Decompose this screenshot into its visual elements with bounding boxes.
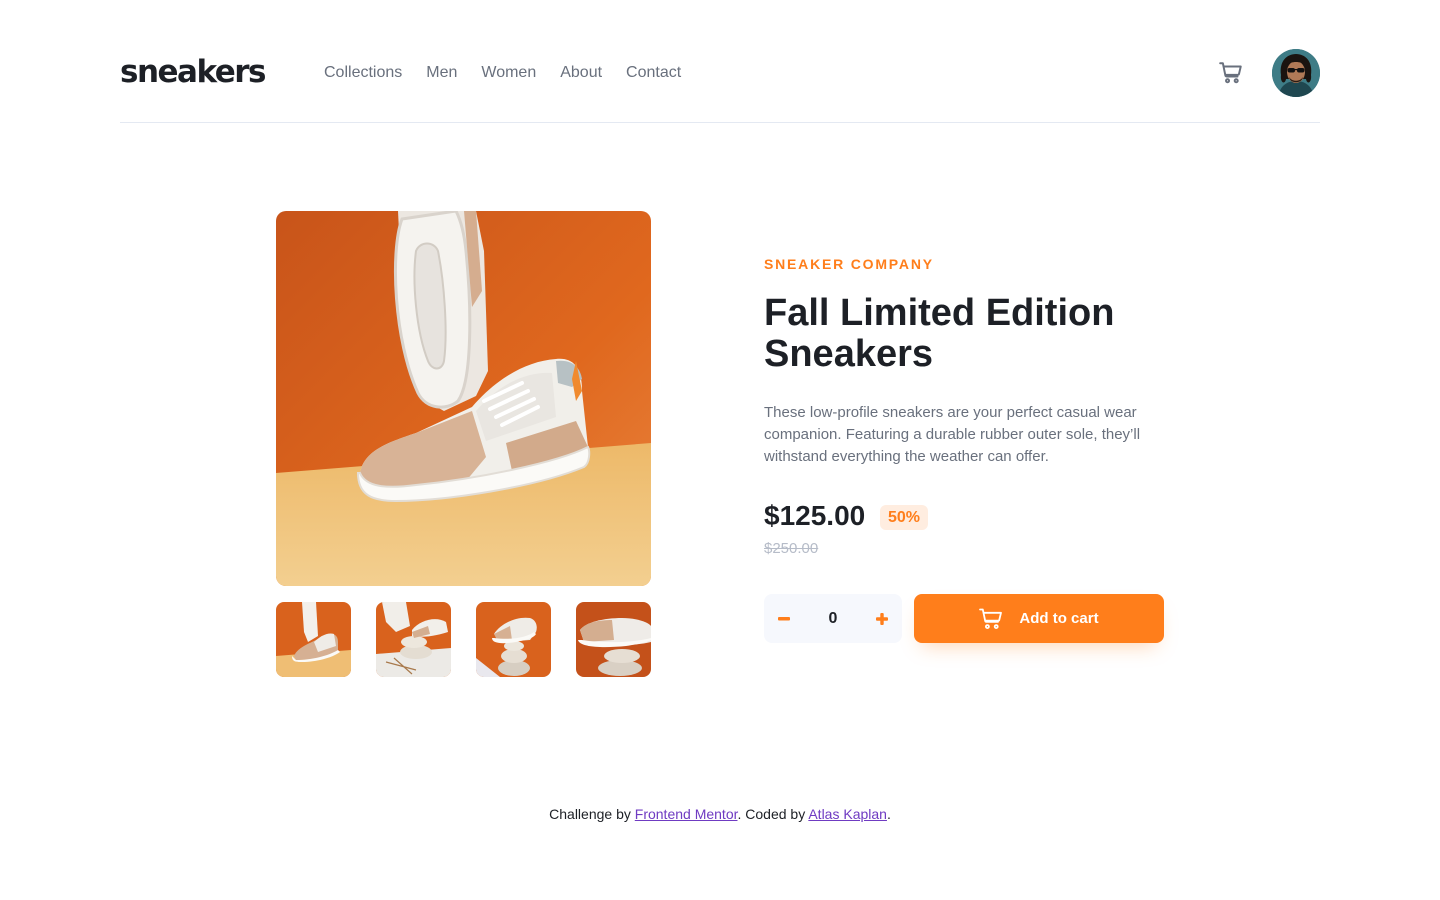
- discount-badge: 50%: [880, 505, 929, 530]
- product-title: Fall Limited Edition Sneakers: [764, 292, 1115, 375]
- company-name: SNEAKER COMPANY: [764, 256, 934, 272]
- nav-item-collections[interactable]: Collections: [324, 62, 402, 84]
- add-to-cart-button[interactable]: Add to cart: [914, 594, 1164, 643]
- thumbnail-2[interactable]: [376, 602, 451, 677]
- attribution-prefix: Challenge by: [549, 806, 631, 822]
- thumbnail-3[interactable]: [476, 602, 551, 677]
- thumbnail-1[interactable]: [276, 602, 351, 677]
- original-price: $250.00: [764, 540, 819, 557]
- nav-item-contact[interactable]: Contact: [626, 62, 681, 84]
- main-nav: Collections Men Women About Contact: [324, 62, 681, 84]
- product-description: These low-profile sneakers are your perf…: [764, 404, 1141, 465]
- quantity-increase-button[interactable]: [862, 594, 902, 643]
- site-header: sneakers Collections Men Women About Con…: [120, 0, 1320, 123]
- nav-item-men[interactable]: Men: [426, 62, 457, 84]
- nav-item-women[interactable]: Women: [481, 62, 536, 84]
- cart-icon[interactable]: [1218, 60, 1244, 86]
- frontend-mentor-link[interactable]: Frontend Mentor: [635, 806, 738, 822]
- current-price: $125.00: [764, 500, 866, 531]
- attribution: Challenge by Frontend Mentor. Coded by A…: [0, 806, 1440, 822]
- author-link[interactable]: Atlas Kaplan: [808, 806, 887, 822]
- brand-logo[interactable]: sneakers: [120, 52, 267, 92]
- user-avatar[interactable]: [1272, 49, 1320, 97]
- cart-icon: [979, 608, 1003, 629]
- add-to-cart-label: Add to cart: [1019, 610, 1099, 627]
- nav-item-about[interactable]: About: [560, 62, 602, 84]
- minus-icon: [778, 616, 790, 620]
- thumbnail-4[interactable]: [576, 602, 651, 677]
- plus-icon: [876, 612, 888, 625]
- quantity-stepper: 0: [764, 594, 902, 643]
- attribution-middle: . Coded by: [737, 806, 806, 822]
- attribution-suffix: .: [886, 806, 891, 822]
- product-main-image[interactable]: [276, 211, 651, 586]
- quantity-value[interactable]: 0: [804, 594, 862, 643]
- quantity-decrease-button[interactable]: [764, 594, 804, 643]
